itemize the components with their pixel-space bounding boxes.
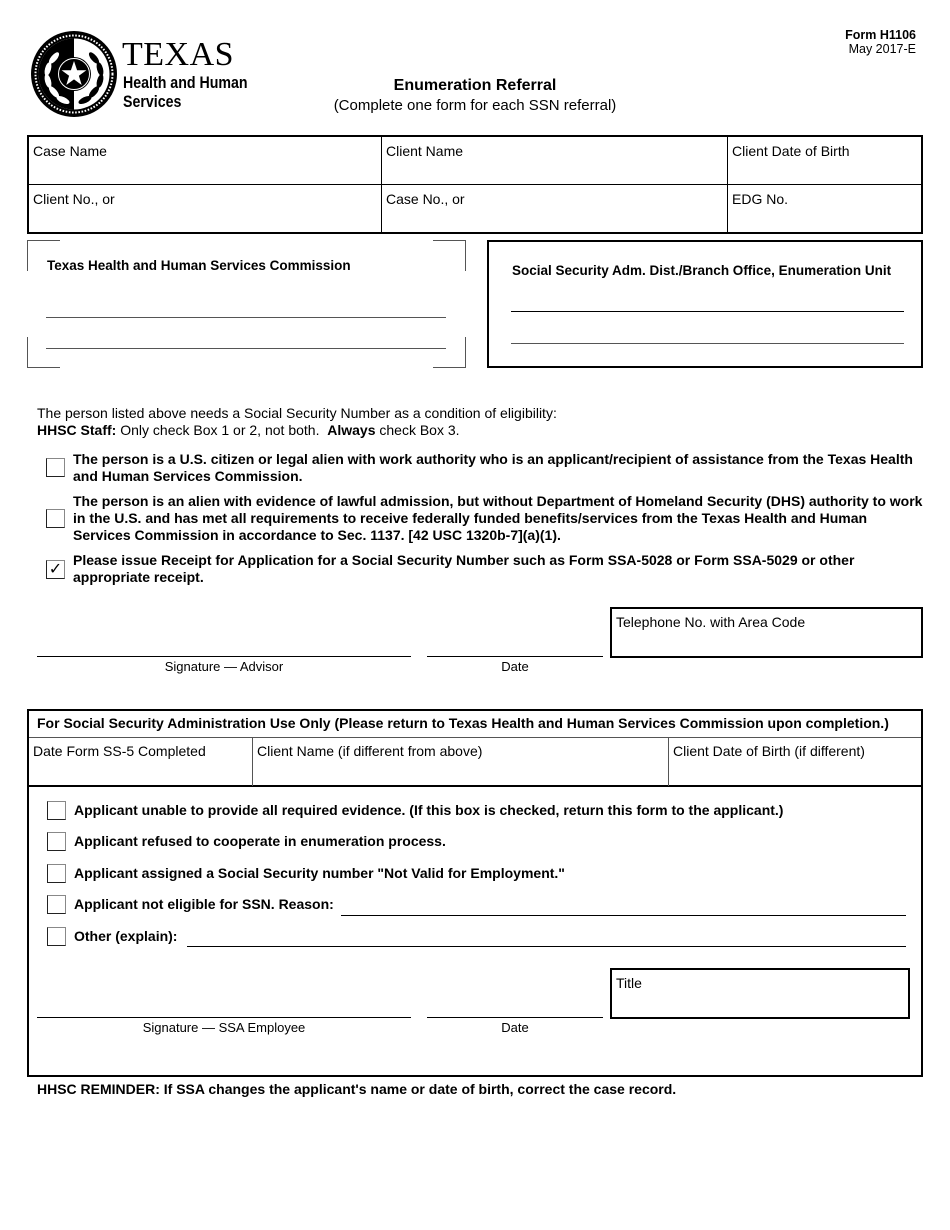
box2-checkbox[interactable]	[46, 509, 65, 528]
staff-instructions-text: Only check Box 1 or 2, not both.	[116, 422, 328, 438]
hhsc-address-title: Texas Health and Human Services Commissi…	[47, 258, 351, 273]
edg-no-label: EDG No.	[732, 191, 789, 207]
ssa-signature-label: Signature — SSA Employee	[142, 1020, 306, 1035]
advisor-signature-label: Signature — Advisor	[164, 659, 284, 674]
other-explain-input[interactable]	[187, 946, 906, 947]
corner-mark	[27, 337, 60, 368]
not-eligible-reason-input[interactable]	[341, 915, 906, 916]
ssa-box-not-eligible-checkbox[interactable]	[47, 895, 66, 914]
ssa-box-other-label: Other (explain):	[74, 928, 178, 944]
box1-checkbox[interactable]	[46, 458, 65, 477]
advisor-signature-line[interactable]	[37, 656, 411, 657]
case-name-field[interactable]: Case Name	[29, 137, 382, 185]
date-ss5-field[interactable]: Date Form SS-5 Completed	[29, 738, 253, 786]
box1-label: The person is a U.S. citizen or legal al…	[73, 451, 913, 484]
hhsc-reminder: HHSC REMINDER: If SSA changes the applic…	[37, 1081, 677, 1097]
hhsc-address-line-1[interactable]	[46, 317, 446, 318]
ssa-client-name-label: Client Name (if different from above)	[257, 743, 483, 759]
ssa-box-not-valid-checkbox[interactable]	[47, 864, 66, 883]
date-ss5-label: Date Form SS-5 Completed	[33, 743, 206, 759]
form-number: Form H1106	[845, 28, 916, 42]
ssa-date-line[interactable]	[427, 1017, 603, 1018]
hhsc-address-line-2[interactable]	[46, 348, 446, 349]
telephone-label: Telephone No. with Area Code	[616, 614, 806, 630]
box3-checkbox[interactable]: ✓	[46, 560, 65, 579]
edg-no-field[interactable]: EDG No.	[728, 185, 921, 232]
case-no-label: Case No., or	[386, 191, 465, 207]
client-info-grid: Case Name Client Name Client Date of Bir…	[27, 135, 923, 234]
logo-texas-text: TEXAS	[122, 36, 235, 73]
ssa-signature-line[interactable]	[37, 1017, 411, 1018]
ssa-office-title: Social Security Adm. Dist./Branch Office…	[512, 263, 892, 278]
staff-instructions-always: Always	[327, 422, 376, 438]
ssa-title-label: Title	[616, 975, 642, 991]
ssa-section-header: For Social Security Administration Use O…	[29, 711, 921, 738]
ssa-box-unable-evidence-checkbox[interactable]	[47, 801, 66, 820]
hhsc-address-box: Texas Health and Human Services Commissi…	[27, 240, 466, 368]
ssa-use-only-section: For Social Security Administration Use O…	[27, 709, 923, 1077]
ssa-box-not-eligible-label: Applicant not eligible for SSN. Reason:	[74, 896, 334, 912]
client-dob-field[interactable]: Client Date of Birth	[728, 137, 921, 185]
ssa-office-address-box: Social Security Adm. Dist./Branch Office…	[487, 240, 923, 368]
client-no-label: Client No., or	[33, 191, 115, 207]
case-no-field[interactable]: Case No., or	[382, 185, 728, 232]
ssa-client-name-field[interactable]: Client Name (if different from above)	[253, 738, 669, 786]
client-name-label: Client Name	[386, 143, 464, 159]
ssa-address-line-2[interactable]	[511, 343, 904, 344]
ssa-client-dob-label: Client Date of Birth (if different)	[673, 743, 865, 759]
advisor-date-label: Date	[501, 659, 529, 674]
eligibility-statement: The person listed above needs a Social S…	[37, 405, 557, 421]
ssa-box-refused-checkbox[interactable]	[47, 832, 66, 851]
ssa-client-dob-field[interactable]: Client Date of Birth (if different)	[669, 738, 921, 786]
ssa-info-row: Date Form SS-5 Completed Client Name (if…	[29, 738, 921, 787]
box3-label: Please issue Receipt for Application for…	[73, 552, 855, 585]
page-subtitle: (Complete one form for each SSN referral…	[333, 97, 617, 114]
box2-label: The person is an alien with evidence of …	[73, 493, 923, 543]
ssa-box-refused-label: Applicant refused to cooperate in enumer…	[74, 833, 446, 849]
staff-instructions-bold: HHSC Staff:	[37, 422, 117, 438]
ssa-address-line-1[interactable]	[511, 311, 904, 312]
ssa-title-field[interactable]: Title	[610, 968, 910, 1019]
case-name-label: Case Name	[33, 143, 107, 159]
ssa-box-unable-evidence-label: Applicant unable to provide all required…	[74, 802, 784, 818]
staff-instructions: HHSC Staff: Only check Box 1 or 2, not b…	[37, 422, 460, 438]
page-title: Enumeration Referral	[393, 77, 557, 94]
corner-mark	[433, 240, 466, 271]
form-version: May 2017-E	[848, 42, 916, 56]
client-name-field[interactable]: Client Name	[382, 137, 728, 185]
advisor-date-line[interactable]	[427, 656, 603, 657]
ssa-box-not-valid-label: Applicant assigned a Social Security num…	[74, 865, 565, 881]
ssa-box-other-checkbox[interactable]	[47, 927, 66, 946]
corner-mark	[433, 337, 466, 368]
ssa-date-label: Date	[501, 1020, 529, 1035]
client-no-field[interactable]: Client No., or	[29, 185, 382, 232]
client-dob-label: Client Date of Birth	[732, 143, 850, 159]
telephone-field[interactable]: Telephone No. with Area Code	[610, 607, 923, 658]
staff-instructions-text-2: check Box 3.	[375, 422, 460, 438]
form-identifier: Form H1106 May 2017-E	[845, 28, 916, 56]
